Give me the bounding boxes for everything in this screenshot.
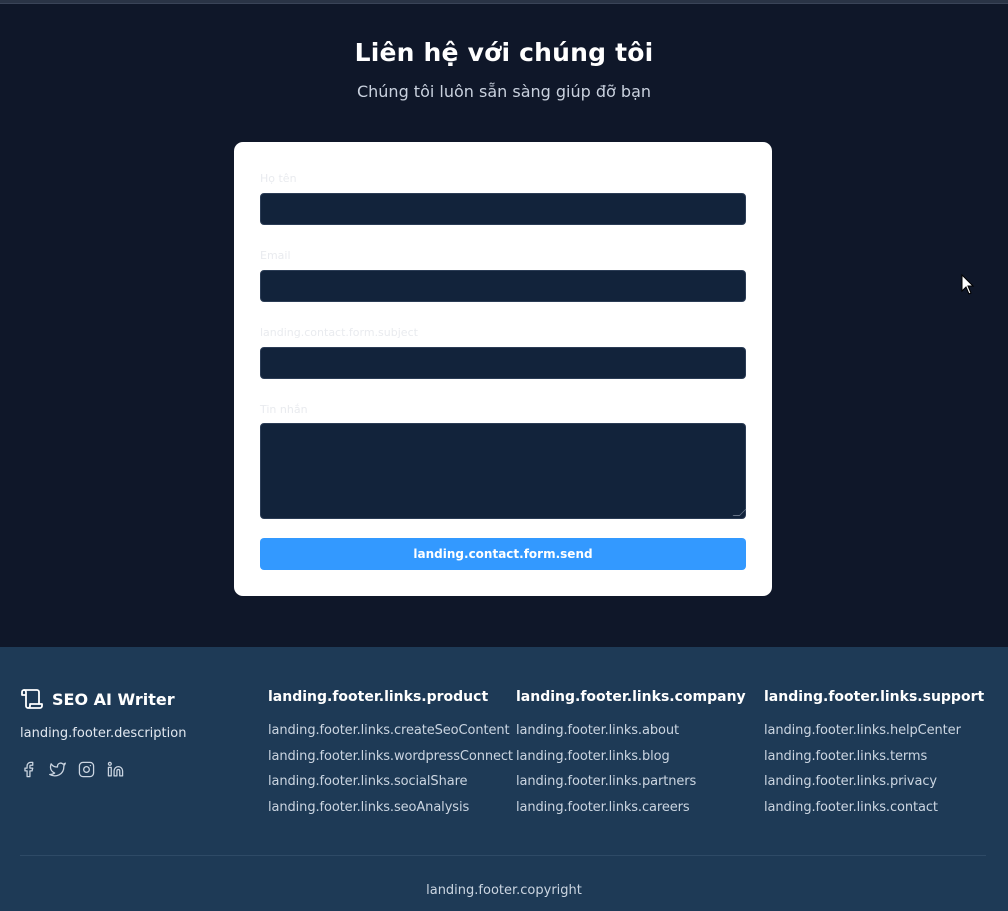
contact-form: Họ tên Email landing.contact.form.subjec…	[234, 142, 772, 596]
footer-divider	[20, 855, 986, 856]
footer-column-product: landing.footer.links.product landing.foo…	[268, 689, 513, 825]
message-label: Tin nhắn	[260, 403, 308, 416]
mouse-cursor-icon	[961, 274, 975, 295]
instagram-icon[interactable]	[78, 761, 95, 778]
email-label: Email	[260, 249, 291, 262]
footer-link[interactable]: landing.footer.links.blog	[516, 748, 746, 774]
footer-column-company: landing.footer.links.company landing.foo…	[516, 689, 746, 825]
message-textarea[interactable]	[260, 423, 747, 519]
footer-link[interactable]: landing.footer.links.createSeoContent	[268, 722, 513, 748]
footer-link[interactable]: landing.footer.links.partners	[516, 773, 746, 799]
footer-link[interactable]: landing.footer.links.about	[516, 722, 746, 748]
facebook-icon[interactable]	[20, 761, 37, 778]
resize-grip-icon[interactable]	[732, 509, 747, 516]
send-button[interactable]: landing.contact.form.send	[260, 538, 746, 570]
footer-link[interactable]: landing.footer.links.seoAnalysis	[268, 799, 513, 825]
footer-column-support: landing.footer.links.support landing.foo…	[764, 689, 984, 825]
footer-link[interactable]: landing.footer.links.careers	[516, 799, 746, 825]
name-label: Họ tên	[260, 172, 297, 185]
column-title: landing.footer.links.support	[764, 689, 985, 705]
email-input[interactable]	[260, 270, 746, 302]
footer-link[interactable]: landing.footer.links.helpCenter	[764, 722, 984, 748]
linkedin-icon[interactable]	[107, 761, 124, 778]
name-input[interactable]	[260, 193, 746, 225]
contact-title: Liên hệ với chúng tôi	[354, 38, 654, 67]
twitter-icon[interactable]	[49, 761, 66, 778]
subject-input[interactable]	[260, 347, 746, 379]
contact-subtitle: Chúng tôi luôn sẵn sàng giúp đỡ bạn	[356, 82, 652, 101]
footer-description: landing.footer.description	[20, 726, 187, 741]
footer-link[interactable]: landing.footer.links.socialShare	[268, 773, 513, 799]
footer-link[interactable]: landing.footer.links.privacy	[764, 773, 984, 799]
brand-name: SEO AI Writer	[52, 689, 175, 709]
contact-section: Liên hệ với chúng tôi Chúng tôi luôn sẵn…	[0, 4, 1008, 647]
footer-link[interactable]: landing.footer.links.wordpressConnect	[268, 748, 513, 774]
scroll-logo-icon	[21, 689, 43, 709]
subject-label: landing.contact.form.subject	[260, 326, 418, 339]
column-title: landing.footer.links.company	[516, 689, 746, 705]
column-title: landing.footer.links.product	[268, 689, 489, 705]
copyright-text: landing.footer.copyright	[426, 883, 582, 898]
footer-link[interactable]: landing.footer.links.terms	[764, 748, 984, 774]
social-links	[20, 761, 136, 778]
footer-link[interactable]: landing.footer.links.contact	[764, 799, 984, 825]
site-footer: SEO AI Writer landing.footer.description…	[0, 647, 1008, 911]
footer-brand[interactable]: SEO AI Writer	[20, 687, 175, 711]
